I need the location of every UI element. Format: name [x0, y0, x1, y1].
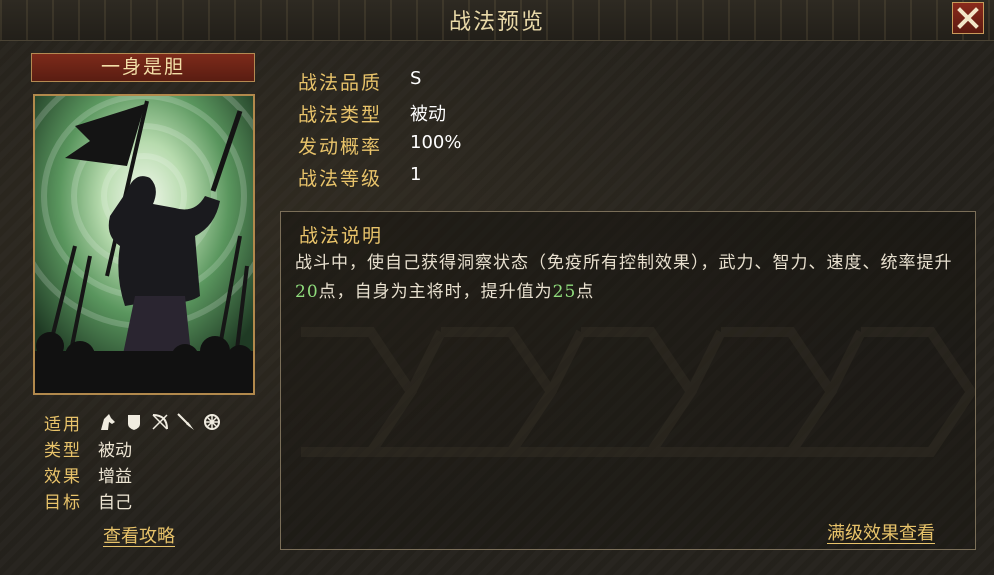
description-part3: 点 — [576, 282, 595, 302]
shield-icon — [124, 412, 144, 432]
window-title: 战法预览 — [448, 10, 545, 35]
type-value: 被动 — [98, 441, 132, 461]
effect-label: 效果 — [44, 467, 82, 487]
quality-label: 战法品质 — [298, 72, 383, 94]
effect-value: 增益 — [98, 467, 132, 487]
skill-card-image — [33, 94, 255, 395]
skill-name-plate: 一身是胆 — [31, 53, 255, 82]
trigger-rate-value: 100% — [410, 132, 462, 153]
skill-name: 一身是胆 — [100, 56, 185, 78]
description-value2: 25 — [552, 282, 577, 302]
cavalry-icon — [98, 412, 118, 432]
description-part2: 点，自身为主将时，提升值为 — [318, 282, 553, 302]
spear-icon — [176, 412, 196, 432]
skill-level-label: 战法等级 — [298, 168, 383, 190]
applies-icons — [98, 412, 222, 432]
description-title: 战法说明 — [299, 225, 384, 247]
bow-icon — [150, 412, 170, 432]
close-button[interactable] — [952, 2, 984, 34]
description-panel: 战法说明 战斗中，使自己获得洞察状态（免疫所有控制效果），武力、智力、速度、统率… — [280, 211, 976, 550]
close-icon — [957, 7, 979, 29]
type-label: 类型 — [44, 441, 82, 461]
description-value1: 20 — [295, 282, 319, 302]
applies-label: 适用 — [44, 415, 82, 435]
target-value: 自己 — [98, 493, 132, 513]
title-bar: 战法预览 — [0, 0, 994, 41]
chariot-icon — [202, 412, 222, 432]
skill-type-value: 被动 — [410, 104, 446, 125]
skill-type-label: 战法类型 — [298, 104, 383, 126]
view-guide-link[interactable]: 查看攻略 — [103, 522, 175, 548]
trigger-rate-label: 发动概率 — [298, 136, 383, 158]
general-silhouette-image — [35, 96, 253, 393]
description-part1: 战斗中，使自己获得洞察状态（免疫所有控制效果），武力、智力、速度、统率提升 — [295, 253, 953, 273]
description-text: 战斗中，使自己获得洞察状态（免疫所有控制效果），武力、智力、速度、统率提升20点… — [295, 249, 965, 307]
target-label: 目标 — [44, 493, 82, 513]
full-level-effect-link[interactable]: 满级效果查看 — [827, 519, 935, 545]
quality-value: S — [410, 68, 422, 89]
skill-level-value: 1 — [410, 164, 422, 185]
